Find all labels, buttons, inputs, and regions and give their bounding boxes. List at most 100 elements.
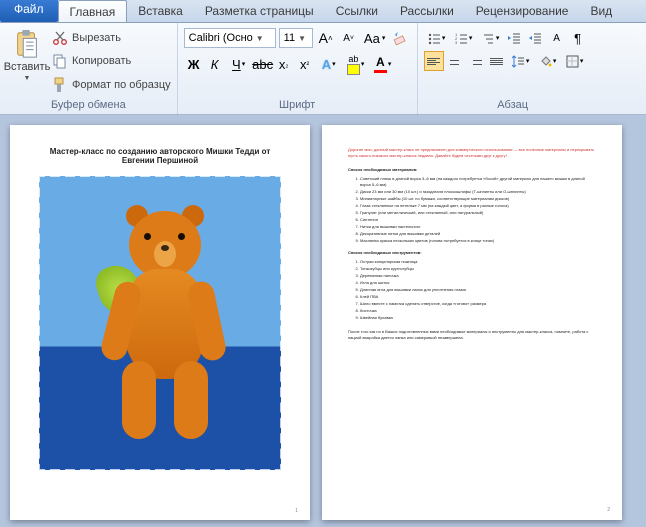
document-area[interactable]: Мастер-класс по созданию авторского Мишк…	[0, 115, 646, 527]
strikethrough-button[interactable]: abc	[253, 54, 273, 74]
align-center-icon	[448, 58, 461, 65]
format-painter-label: Формат по образцу	[72, 79, 171, 91]
grow-font-button[interactable]: A˄	[316, 28, 336, 48]
multilevel-button[interactable]: ▾	[478, 28, 504, 48]
font-size-value: 11	[284, 32, 295, 44]
list-item: Длинная игла для вышивки лапок для уплот…	[360, 287, 596, 293]
svg-text:3: 3	[455, 40, 458, 45]
numbering-button[interactable]: 123▾	[451, 28, 477, 48]
copy-icon	[52, 53, 68, 69]
list-item: Диски 23 мм или 30 мм (10 шт.) и газодат…	[360, 189, 596, 195]
highlight-swatch-icon	[347, 64, 360, 75]
page1-number: 1	[295, 508, 298, 514]
superscript-button[interactable]: x²	[295, 54, 315, 74]
font-color-swatch-icon	[374, 70, 387, 73]
underline-button[interactable]: Ч▾	[226, 54, 252, 74]
eraser-icon	[393, 31, 408, 46]
bullets-icon	[428, 32, 441, 45]
cut-label: Вырезать	[72, 32, 121, 44]
indent-icon	[529, 32, 542, 45]
list-item: Тонкозубцы или круглогубцы	[360, 266, 596, 272]
multilevel-icon	[482, 32, 495, 45]
font-color-button[interactable]: A▾	[370, 54, 396, 74]
align-right-button[interactable]	[466, 51, 486, 71]
borders-button[interactable]: ▾	[562, 51, 588, 71]
group-paragraph-label: Абзац	[424, 98, 602, 112]
list-item: Декоративные нитки для вышивки деталей	[360, 231, 596, 237]
line-spacing-button[interactable]: ▾	[508, 51, 534, 71]
list-item: Клей ПВА	[360, 294, 596, 300]
shrink-font-button[interactable]: A˅	[339, 28, 359, 48]
change-case-button[interactable]: Aa▾	[362, 28, 388, 48]
list-item: Деревянная палочка	[360, 273, 596, 279]
list-item: Острая канцелярская ножница	[360, 259, 596, 265]
line-spacing-icon	[512, 55, 525, 68]
align-left-button[interactable]	[424, 51, 444, 71]
group-paragraph: ▾ 123▾ ▾ A ¶ ▾ ▾ ▾ Абзац	[418, 23, 608, 114]
outdent-icon	[508, 32, 521, 45]
tab-strip: Файл Главная Вставка Разметка страницы С…	[0, 0, 646, 23]
font-size-combo[interactable]: 11▼	[279, 28, 313, 48]
paste-icon	[12, 29, 42, 59]
list-item: Нитки для вышивки пастельного	[360, 224, 596, 230]
text-effects-button[interactable]: A▾	[316, 54, 342, 74]
justify-icon	[490, 58, 503, 65]
group-clipboard-label: Буфер обмена	[6, 98, 171, 112]
increase-indent-button[interactable]	[526, 28, 546, 48]
page2-sect1-title: Список необходимых материалов:	[348, 167, 596, 173]
tab-view[interactable]: Вид	[579, 0, 623, 22]
tab-mailings[interactable]: Рассылки	[389, 0, 465, 22]
page2-number: 2	[607, 507, 610, 515]
list-item: Миниатюрные шайбы (10 шт. по бумажи, соо…	[360, 196, 596, 202]
group-font: Calibri (Осно▼ 11▼ A˄ A˅ Aa▾ Ж К Ч▾ abc …	[178, 23, 418, 114]
list-item: Масляная краска нескольких цветов (голов…	[360, 238, 596, 244]
cut-button[interactable]: Вырезать	[52, 28, 171, 48]
tab-review[interactable]: Рецензирование	[465, 0, 580, 22]
format-painter-button[interactable]: Формат по образцу	[52, 75, 171, 95]
shading-button[interactable]: ▾	[535, 51, 561, 71]
list-item: Синтепон	[360, 217, 596, 223]
borders-icon	[566, 55, 579, 68]
brush-icon	[52, 77, 68, 93]
font-family-value: Calibri (Осно	[189, 32, 253, 44]
italic-button[interactable]: К	[205, 54, 225, 74]
page2-sect2-title: Список необходимых инструментов:	[348, 250, 596, 256]
page-2: Дорогие мои, данный мастер-класс не пред…	[322, 125, 622, 520]
page2-sect2-list: Острая канцелярская ножница Тонкозубцы и…	[348, 259, 596, 321]
paste-button[interactable]: Вставить ▼	[6, 25, 48, 98]
bullets-button[interactable]: ▾	[424, 28, 450, 48]
sort-button[interactable]: A	[547, 28, 567, 48]
highlight-button[interactable]: ab▾	[343, 54, 369, 74]
list-item: Шило вместе с намотка сделать отверстие,…	[360, 301, 596, 307]
tab-insert[interactable]: Вставка	[127, 0, 194, 22]
align-right-icon	[469, 58, 482, 65]
page2-sect1-list: Советский плюш в длиной ворса 3–6 мм (на…	[348, 176, 596, 244]
group-font-label: Шрифт	[184, 98, 411, 112]
tab-pagelayout[interactable]: Разметка страницы	[194, 0, 325, 22]
tab-home[interactable]: Главная	[58, 0, 128, 22]
copy-button[interactable]: Копировать	[52, 51, 171, 71]
group-clipboard: Вставить ▼ Вырезать Копировать Формат по…	[0, 23, 178, 114]
ribbon: Вставить ▼ Вырезать Копировать Формат по…	[0, 23, 646, 115]
subscript-button[interactable]: x₂	[274, 54, 294, 74]
clear-formatting-button[interactable]	[391, 28, 411, 48]
list-item: Советский плюш в длиной ворса 3–6 мм (на…	[360, 176, 596, 188]
bucket-icon	[539, 55, 552, 68]
list-item: Кисточка	[360, 308, 596, 314]
paste-label: Вставить	[4, 61, 51, 73]
page1-photo	[36, 173, 284, 473]
bold-button[interactable]: Ж	[184, 54, 204, 74]
list-item: Швейная булавка	[360, 315, 596, 321]
decrease-indent-button[interactable]	[505, 28, 525, 48]
align-center-button[interactable]	[445, 51, 465, 71]
list-item: Игла для шитья	[360, 280, 596, 286]
show-marks-button[interactable]: ¶	[568, 28, 588, 48]
font-family-combo[interactable]: Calibri (Осно▼	[184, 28, 276, 48]
copy-label: Копировать	[72, 55, 131, 67]
page2-outro: После того как по в Ваших подготовленных…	[348, 329, 596, 341]
tab-references[interactable]: Ссылки	[325, 0, 389, 22]
file-tab[interactable]: Файл	[0, 0, 58, 22]
align-left-icon	[427, 58, 440, 65]
justify-button[interactable]	[487, 51, 507, 71]
page2-intro: Дорогие мои, данный мастер-класс не пред…	[348, 147, 596, 159]
